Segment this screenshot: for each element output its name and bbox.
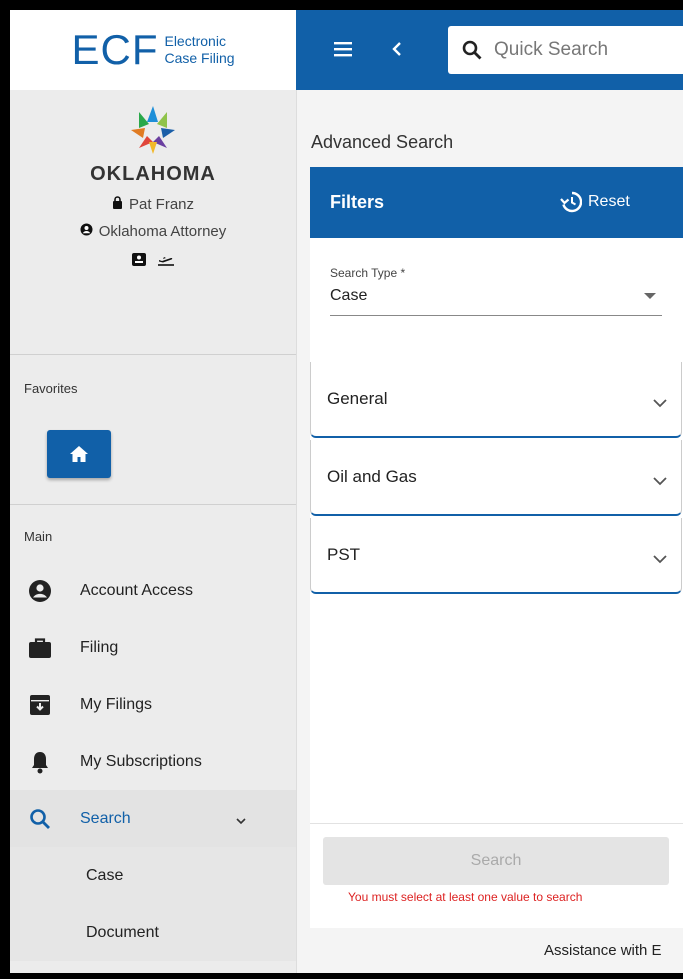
- chevron-down-icon: [653, 549, 667, 569]
- nav-search-document[interactable]: Document: [10, 904, 296, 961]
- filters-panel: Filters Reset Search Type * Case General…: [310, 167, 683, 927]
- bell-icon: [26, 750, 54, 774]
- section-label: Oil and Gas: [327, 467, 417, 486]
- nav-label: Search: [80, 809, 131, 827]
- validation-error: You must select at least one value to se…: [348, 890, 583, 904]
- section-label: PST: [327, 545, 361, 564]
- nav-account-access[interactable]: Account Access: [10, 562, 296, 619]
- search-actions: Search You must select at least one valu…: [310, 823, 683, 928]
- logo-main-text: ECF: [71, 26, 159, 73]
- contact-card-icon[interactable]: [131, 252, 147, 272]
- nav-label: My Filings: [80, 695, 153, 713]
- flight-takeoff-icon[interactable]: [157, 252, 175, 272]
- ecf-logo[interactable]: ECF Electronic Case Filing: [10, 10, 296, 90]
- select-underline: [330, 315, 662, 316]
- chevron-down-icon: [653, 471, 667, 491]
- nav-label: Filing: [80, 638, 119, 656]
- chevron-left-icon[interactable]: [392, 42, 402, 61]
- user-name: Pat Franz: [128, 196, 195, 213]
- archive-icon: [26, 694, 54, 716]
- search-button-label: Search: [470, 852, 522, 869]
- reset-button[interactable]: Reset: [560, 191, 630, 213]
- home-icon: [70, 446, 88, 462]
- nav-my-filings[interactable]: My Filings: [10, 676, 296, 733]
- organization-name: Oklahoma Attorney: [98, 223, 227, 240]
- sidebar: ECF Electronic Case Filing OKLAHOMA Pat …: [10, 10, 297, 973]
- sub-nav-label: Case: [86, 866, 124, 884]
- lock-icon: [112, 196, 123, 213]
- nav-my-subscriptions[interactable]: My Subscriptions: [10, 733, 296, 790]
- reset-label: Reset: [588, 193, 630, 210]
- user-name-row: Pat Franz: [10, 196, 296, 213]
- briefcase-icon: [26, 637, 54, 659]
- main-content: Advanced Search Filters Reset Search Typ…: [296, 90, 683, 973]
- chevron-down-icon[interactable]: [236, 812, 246, 830]
- search-button[interactable]: Search: [323, 837, 669, 885]
- favorites-label: Favorites: [24, 381, 78, 396]
- dropdown-arrow-icon: [644, 293, 656, 299]
- section-pst[interactable]: PST: [310, 518, 682, 594]
- account-circle-icon: [80, 223, 93, 240]
- section-label: General: [327, 389, 388, 408]
- section-general[interactable]: General: [310, 362, 682, 438]
- home-favorite-button[interactable]: [47, 430, 111, 478]
- section-oil-and-gas[interactable]: Oil and Gas: [310, 440, 682, 516]
- nav-label: Account Access: [80, 581, 193, 599]
- nav-search[interactable]: Search: [10, 790, 296, 847]
- chevron-down-icon: [653, 393, 667, 413]
- state-name: OKLAHOMA: [90, 163, 216, 185]
- logo-sub-line1: Electronic: [164, 33, 226, 49]
- main-nav-label: Main: [24, 529, 53, 544]
- menu-icon[interactable]: [334, 41, 352, 62]
- search-icon: [26, 808, 54, 830]
- profile-actions: [10, 252, 296, 272]
- favorites-section: Favorites: [10, 355, 296, 505]
- nav-search-case[interactable]: Case: [10, 847, 296, 904]
- history-icon: [560, 191, 582, 213]
- sub-nav-label: Document: [86, 923, 159, 941]
- org-row: Oklahoma Attorney: [10, 223, 296, 240]
- nav-filing[interactable]: Filing: [10, 619, 296, 676]
- nav-label: My Subscriptions: [80, 752, 202, 770]
- page-title: Advanced Search: [311, 132, 454, 152]
- search-type-value: Case: [330, 287, 368, 304]
- top-bar: Quick Search: [296, 10, 683, 90]
- logo-subtitle: Electronic Case Filing: [164, 33, 234, 67]
- logo-sub-line2: Case Filing: [164, 50, 235, 66]
- search-icon: [462, 40, 482, 60]
- filters-header: Filters Reset: [310, 167, 683, 238]
- account-circle-icon: [26, 579, 54, 603]
- profile-section: OKLAHOMA Pat Franz Oklahoma Attorney: [10, 90, 296, 355]
- assistance-link[interactable]: Assistance with E: [544, 942, 662, 959]
- quick-search-placeholder: Quick Search: [494, 39, 609, 60]
- filters-title: Filters: [330, 192, 385, 212]
- oklahoma-star-logo-icon: [131, 106, 175, 154]
- search-type-label: Search Type *: [330, 266, 406, 280]
- quick-search-input[interactable]: Quick Search: [448, 26, 683, 74]
- app-window: ECF Electronic Case Filing OKLAHOMA Pat …: [10, 10, 683, 973]
